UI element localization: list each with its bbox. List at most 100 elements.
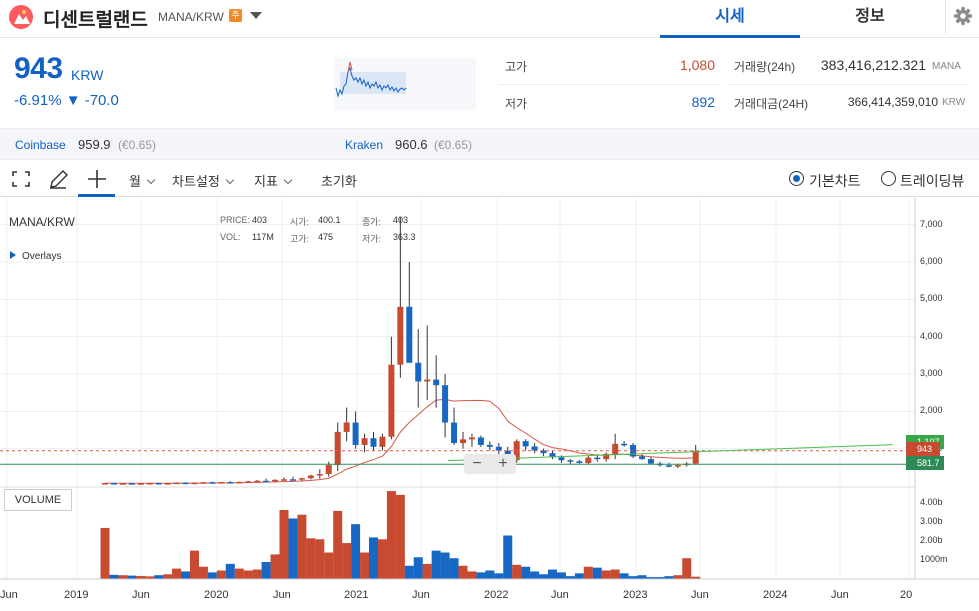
time-tick-label: Jun [412, 589, 430, 601]
candle-body [119, 483, 126, 485]
candle-body [558, 457, 565, 461]
candle-body [567, 460, 574, 462]
chart-canvas[interactable] [0, 198, 979, 611]
overlays-toggle[interactable]: Overlays [10, 251, 61, 262]
period-menu[interactable]: 월 [129, 171, 156, 190]
candle-body [146, 483, 153, 485]
ohlc-close-label: 종가: [362, 217, 382, 227]
gear-icon[interactable] [945, 0, 979, 34]
zoom-in-button[interactable]: + [490, 454, 516, 474]
volume-tick-label: 2.00b [920, 535, 943, 546]
stat-divider [498, 84, 720, 85]
coin-dropdown-icon[interactable] [250, 12, 262, 19]
price-unit: KRW [71, 67, 104, 83]
volume-bar [297, 514, 307, 579]
zoom-control: − + [464, 454, 516, 474]
price-change: -6.91% ▼ -70.0 [14, 92, 119, 109]
crosshair-icon[interactable] [84, 161, 110, 197]
ohlc-high-label: 고가: [290, 234, 310, 244]
amount-value: 366,414,359,010 [847, 95, 938, 109]
volume-bar [583, 566, 593, 579]
exchange-kraken-price: 960.6 [395, 137, 428, 152]
fullscreen-icon[interactable] [10, 161, 32, 197]
volume-bar [503, 535, 513, 579]
candle-body [647, 459, 654, 464]
time-tick-label: Jun [273, 589, 291, 601]
ohlc-vol-label: VOL: [220, 232, 241, 242]
volume-bar [342, 543, 352, 579]
volume-bar [449, 558, 459, 579]
candle-body [442, 385, 449, 423]
volume-bar [682, 558, 692, 579]
chart-symbol: MANA/KRW [9, 215, 75, 229]
time-tick-label: 2020 [204, 589, 229, 601]
indicators-menu[interactable]: 지표 [254, 171, 293, 190]
candle-body [477, 437, 484, 445]
price-chart[interactable]: MANA/KRW PRICE: 403 VOL: 117M 시가: 400.1 … [0, 198, 979, 611]
volume-bar [548, 569, 557, 579]
tradingview-label[interactable]: 트레이딩뷰 [900, 171, 964, 191]
price-tick-label: 2,000 [920, 405, 943, 416]
teal-line-tag: 581.7 [906, 456, 944, 470]
exchange-bar: Coinbase 959.9 (€0.65) Kraken 960.6 (€0.… [0, 128, 979, 160]
volume-bar [530, 571, 540, 579]
candle-body [370, 438, 377, 447]
volume-bar [673, 575, 683, 579]
candle-body [612, 443, 619, 454]
candle-body [289, 479, 296, 481]
basic-chart-radio[interactable] [789, 171, 804, 186]
candle-body [316, 474, 323, 476]
time-tick-label: 2021 [344, 589, 369, 601]
candle-body [406, 306, 413, 363]
tab-info[interactable]: 정보 [800, 0, 940, 38]
chart-toolbar: 월 차트설정 지표 초기화 기본차트 트레이딩뷰 [0, 161, 979, 197]
volume-bar [485, 570, 495, 579]
chart-settings-menu[interactable]: 차트설정 [172, 171, 235, 190]
volume-value: 383,416,212.321 [820, 57, 926, 73]
candle-body [665, 465, 672, 467]
chart-settings-label: 차트설정 [172, 174, 220, 189]
volume-bar [118, 575, 128, 579]
candle-body [281, 479, 287, 481]
candle-body [433, 379, 440, 386]
pencil-icon[interactable] [46, 161, 70, 197]
time-tick-label: Jun [831, 589, 849, 601]
ohlc-low-label: 저가: [362, 234, 382, 244]
exchange-coinbase-price: 959.9 [78, 137, 111, 152]
exchange-coinbase[interactable]: Coinbase [15, 138, 66, 152]
zoom-out-button[interactable]: − [464, 454, 490, 474]
volume-bar [404, 565, 414, 579]
time-tick-label: 20 [900, 589, 913, 601]
candle-body [460, 439, 466, 444]
exchange-kraken-eur: (€0.65) [434, 138, 473, 152]
volume-bar [181, 571, 191, 579]
candle-body [155, 483, 162, 485]
candle-body [424, 379, 431, 382]
stat-divider [728, 84, 968, 85]
amount-unit: KRW [942, 97, 966, 108]
basic-chart-label[interactable]: 기본차트 [809, 171, 861, 191]
volume-bar [574, 573, 584, 579]
candle-body [621, 443, 628, 446]
volume-bar [306, 538, 316, 579]
high-label: 고가 [505, 60, 528, 74]
candle-body [585, 457, 592, 464]
volume-tick-label: 1000m [920, 554, 948, 565]
candle-body [692, 450, 699, 464]
volume-button[interactable]: VOLUME [4, 489, 72, 511]
amount-label: 거래대금(24H) [734, 97, 809, 111]
volume-bar [431, 550, 441, 579]
tab-quote[interactable]: 시세 [660, 0, 800, 38]
candle-body [576, 461, 583, 464]
volume-bar [539, 574, 549, 579]
period-label: 월 [129, 174, 141, 189]
volume-bar [413, 557, 423, 579]
volume-bar [252, 569, 262, 579]
tradingview-radio[interactable] [881, 171, 896, 186]
candle-body [227, 482, 234, 484]
price-tick-label: 4,000 [920, 330, 943, 341]
reset-button[interactable]: 초기화 [321, 171, 357, 190]
exchange-kraken[interactable]: Kraken [345, 138, 383, 152]
chevron-down-icon [283, 175, 293, 185]
play-icon [10, 251, 16, 259]
